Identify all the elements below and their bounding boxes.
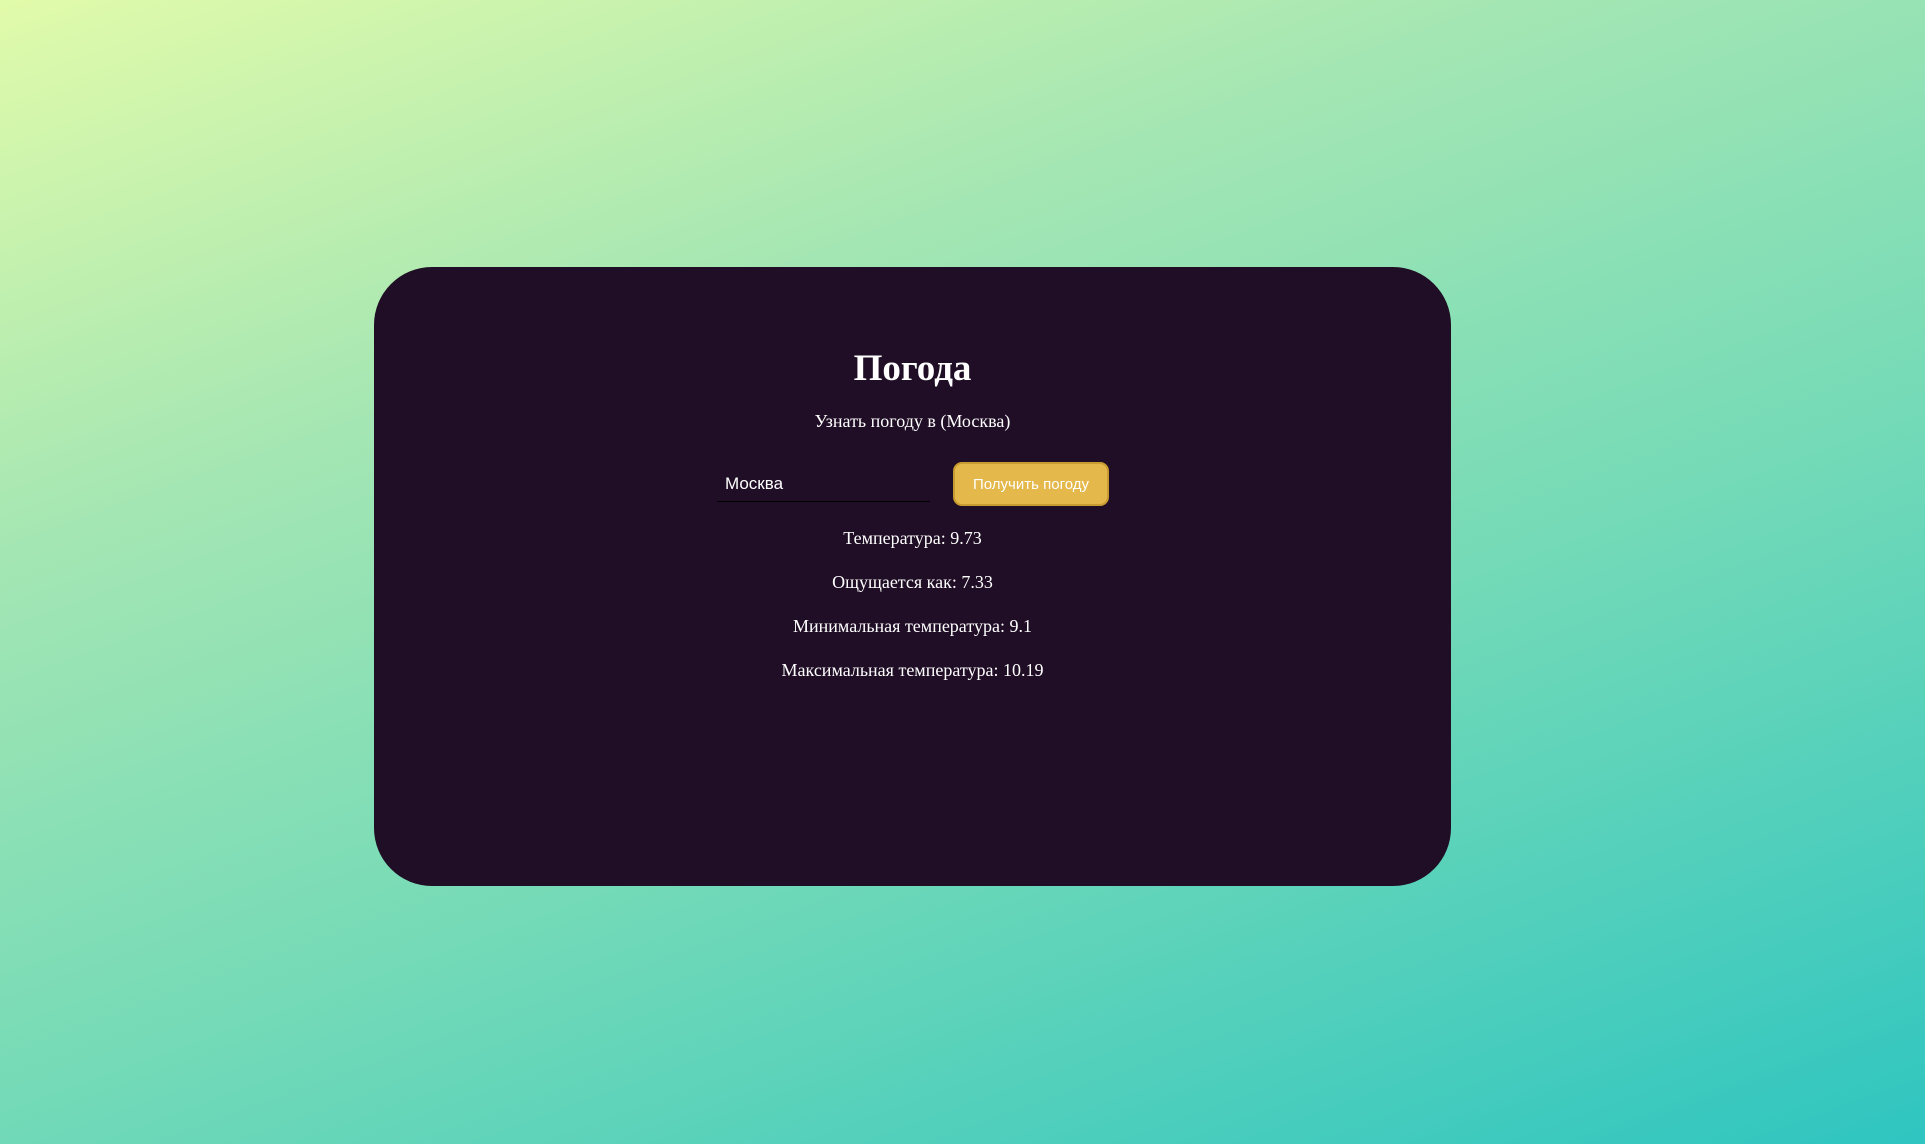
temperature-text: Температура: 9.73 [843, 528, 982, 548]
weather-results: Температура: 9.73 Ощущается как: 7.33 Ми… [374, 527, 1451, 703]
weather-card: Погода Узнать погоду в (Москва) Получить… [374, 267, 1451, 886]
city-subtitle: Узнать погоду в (Москва) [814, 411, 1011, 431]
search-form: Получить погоду [374, 462, 1451, 506]
min-temperature-text: Минимальная температура: 9.1 [793, 616, 1032, 636]
get-weather-button[interactable]: Получить погоду [953, 462, 1109, 506]
city-input[interactable] [717, 467, 930, 502]
max-temperature-text: Максимальная температура: 10.19 [781, 660, 1044, 680]
feels-like-text: Ощущается как: 7.33 [832, 572, 993, 592]
page-title: Погода [853, 348, 972, 389]
